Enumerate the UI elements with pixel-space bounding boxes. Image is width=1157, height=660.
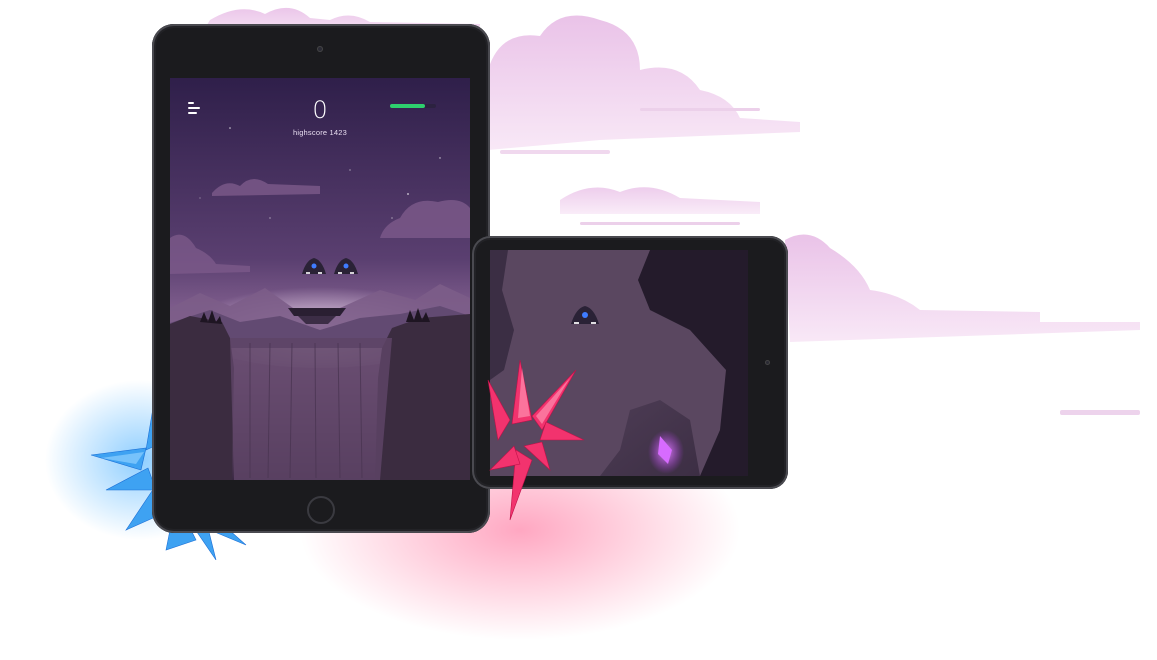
health-bar-fill (390, 104, 425, 108)
promo-scene: 0 highscore 1423 (0, 0, 1157, 660)
pink-crystal (487, 360, 585, 521)
spaceship-icon (302, 258, 358, 274)
highscore-label: highscore 1423 (292, 128, 348, 137)
front-camera (765, 360, 770, 365)
menu-icon[interactable] (187, 100, 203, 116)
score-value: 0 (312, 96, 328, 124)
tablet-portrait: 0 highscore 1423 (152, 24, 490, 533)
health-bar (390, 104, 436, 108)
front-camera (317, 46, 323, 52)
spaceship-icon (571, 306, 599, 324)
home-button[interactable] (307, 496, 335, 524)
game-screen-portrait[interactable]: 0 highscore 1423 (170, 78, 470, 480)
